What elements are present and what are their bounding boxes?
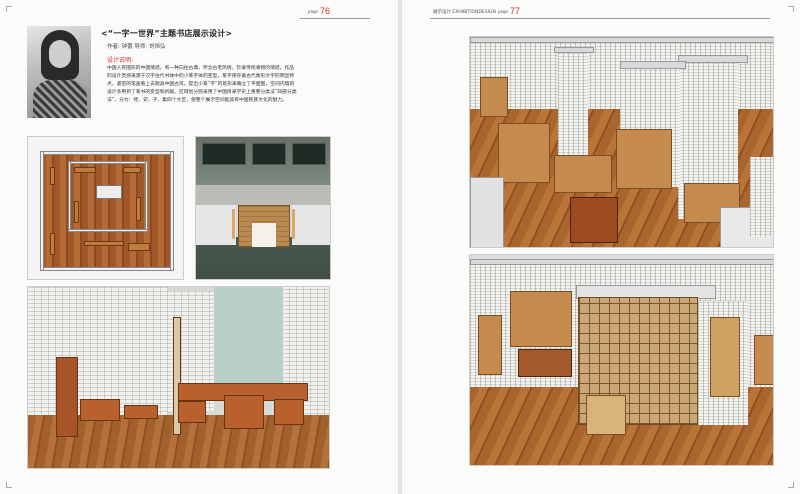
interior-render-image [27, 286, 330, 469]
left-page: page 76 <“一字一世界”主题书店展示设计> 作者: 钟蕾 导师: 刘恒弘… [0, 0, 398, 494]
crop-mark [6, 6, 12, 12]
header-rule [430, 18, 770, 19]
crop-mark [6, 482, 12, 488]
page-number: 76 [320, 6, 331, 16]
page-number: 77 [510, 6, 521, 16]
header-rule [300, 18, 370, 19]
page-label: page [498, 9, 508, 14]
page-label: page [308, 9, 318, 14]
aerial-render-image [469, 36, 774, 248]
cabinet-render-image [469, 254, 774, 466]
description-heading: 设计说明: [107, 57, 134, 64]
page-title: <“一字一世界”主题书店展示设计> [101, 29, 233, 38]
author-line: 作者: 钟蕾 导师: 刘恒弘 [107, 44, 166, 50]
floor-plan-image [27, 136, 184, 280]
crop-mark [788, 482, 794, 488]
running-head: 展示设计 EXHIBITIONDESIGN [433, 10, 496, 15]
description-text: 中国人有图形的中国情结，有一种向往古典，怀念古老风情，珍爱传统事物的情结。作品的… [107, 66, 297, 103]
crop-mark [788, 6, 794, 12]
author-portrait [27, 26, 91, 118]
entrance-elevation-image [195, 136, 331, 280]
